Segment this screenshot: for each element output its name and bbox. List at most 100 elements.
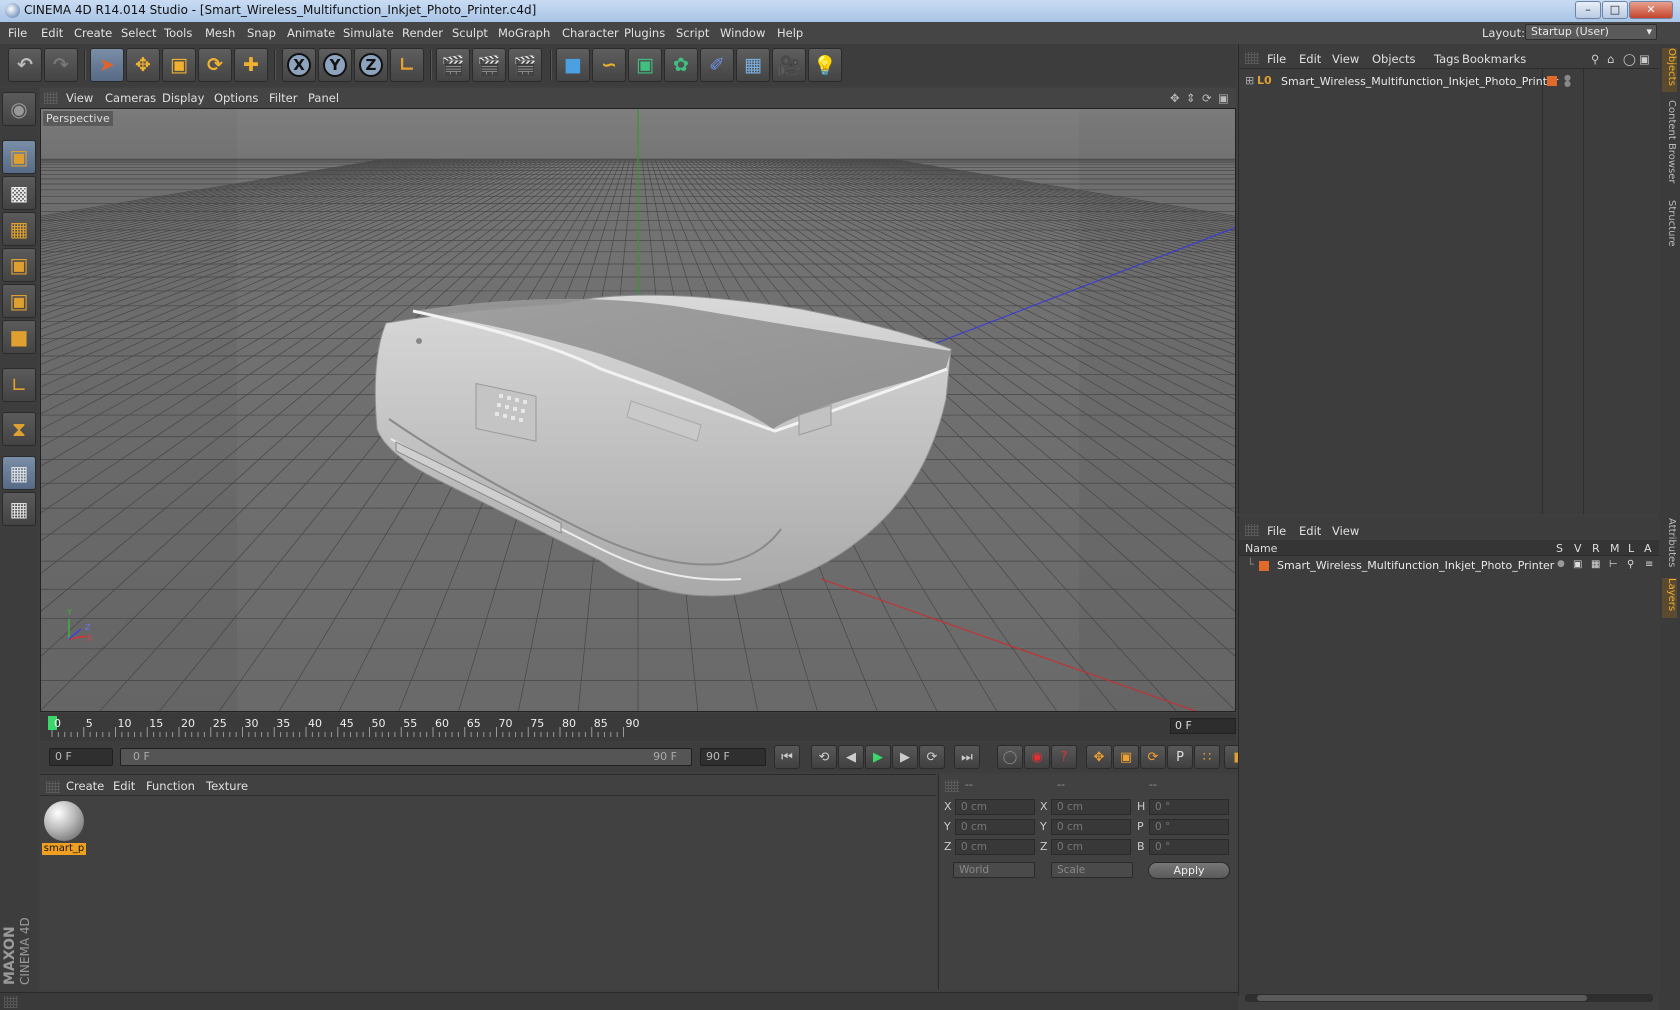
make-editable-button[interactable]: ◉ (2, 92, 36, 126)
pos-y-field[interactable]: 0 cm (955, 819, 1035, 835)
objects-menu-tags[interactable]: Tags (1434, 52, 1459, 66)
menu-simulate[interactable]: Simulate (343, 26, 394, 40)
tab-objects[interactable]: Objects (1662, 48, 1677, 92)
menu-animate[interactable]: Animate (287, 26, 335, 40)
rotate-tool-button[interactable]: ⟳ (198, 48, 232, 82)
layers-menu-file[interactable]: File (1267, 524, 1286, 538)
live-selection-button[interactable]: ➤ (90, 48, 124, 82)
key-rotation-button[interactable]: ⟳ (1140, 745, 1166, 769)
size-x-field[interactable]: 0 cm (1051, 799, 1131, 815)
size-z-field[interactable]: 0 cm (1051, 839, 1131, 855)
menu-character[interactable]: Character (562, 26, 619, 40)
scale-tool-button[interactable]: ▣ (162, 48, 196, 82)
minimize-button[interactable]: – (1575, 1, 1601, 19)
x-axis-lock-button[interactable]: X (282, 48, 316, 82)
keyframe-selection-button[interactable]: ? (1051, 745, 1077, 769)
coordinate-mode-dropdown[interactable]: World (953, 862, 1035, 878)
tab-attributes[interactable]: Attributes (1662, 518, 1677, 570)
start-frame-field[interactable]: 0 F (49, 748, 113, 766)
eye-icon[interactable]: ▣ (1573, 559, 1582, 570)
scrollbar-thumb[interactable] (1257, 995, 1587, 1001)
transform-tool-button[interactable]: ✚ (234, 48, 268, 82)
viewport-label[interactable]: Perspective (43, 111, 113, 126)
add-floor-button[interactable]: ▦ (736, 48, 770, 82)
layer-row[interactable]: └ Smart_Wireless_Multifunction_Inkjet_Ph… (1239, 558, 1659, 574)
move-view-icon[interactable]: ✥ (1170, 91, 1180, 105)
layer-color-swatch[interactable] (1259, 561, 1269, 571)
menu-render[interactable]: Render (402, 26, 443, 40)
layout-dropdown[interactable]: Startup (User) ▾ (1525, 24, 1657, 40)
maximize-button[interactable]: □ (1602, 1, 1628, 19)
menu-mesh[interactable]: Mesh (205, 26, 235, 40)
frame-range-slider[interactable]: 0 F 90 F (120, 748, 692, 766)
add-light-button[interactable]: 💡 (808, 48, 842, 82)
add-nurbs-button[interactable]: ▣ (628, 48, 662, 82)
rot-h-field[interactable]: 0 ° (1149, 799, 1229, 815)
render-settings-button[interactable]: 🎬 (508, 48, 542, 82)
object-row[interactable]: ⊞ L0 Smart_Wireless_Multifunction_Inkjet… (1245, 74, 1575, 90)
add-camera-button[interactable]: 🎥 (772, 48, 806, 82)
viewport-menu-options[interactable]: Options (214, 91, 258, 105)
objects-menu-edit[interactable]: Edit (1299, 52, 1321, 66)
animation-icon[interactable]: ≡ (1645, 559, 1653, 570)
menu-plugins[interactable]: Plugins (624, 26, 665, 40)
col-visible[interactable]: V (1574, 542, 1582, 555)
go-to-start-button[interactable]: ⏮ (774, 745, 800, 769)
home-icon[interactable]: ⌂ (1607, 52, 1614, 66)
redo-button[interactable]: ↷ (44, 48, 78, 82)
material-swatch[interactable]: smart_p (42, 799, 86, 855)
undo-button[interactable]: ↶ (8, 48, 42, 82)
go-to-end-button[interactable]: ⏭ (954, 745, 980, 769)
previous-key-button[interactable]: ⟲ (811, 745, 837, 769)
planar-workplane-button[interactable]: ▦ (2, 492, 36, 526)
move-tool-button[interactable]: ✥ (126, 48, 160, 82)
menu-snap[interactable]: Snap (247, 26, 276, 40)
polygons-mode-button[interactable]: ■ (2, 320, 36, 354)
menu-help[interactable]: Help (777, 26, 803, 40)
play-button[interactable]: ▶ (865, 745, 891, 769)
model-mode-button[interactable]: ▣ (2, 140, 36, 174)
material-menu-texture[interactable]: Texture (206, 779, 248, 793)
col-manager[interactable]: M (1610, 542, 1620, 555)
workplane-lock-button[interactable]: ▦ (2, 456, 36, 490)
add-array-button[interactable]: ✿ (664, 48, 698, 82)
material-menu-function[interactable]: Function (146, 779, 195, 793)
texture-mode-button[interactable]: ▩ (2, 176, 36, 210)
record-keys-button[interactable]: ◯ (997, 745, 1023, 769)
material-menu-edit[interactable]: Edit (113, 779, 135, 793)
lock-icon[interactable]: ⚲ (1627, 559, 1634, 570)
rotate-view-icon[interactable]: ⟳ (1202, 91, 1212, 105)
add-deformer-button[interactable]: ✐ (700, 48, 734, 82)
size-y-field[interactable]: 0 cm (1051, 819, 1131, 835)
col-locked[interactable]: L (1628, 542, 1634, 555)
perspective-viewport[interactable]: Perspective Y Z X (40, 108, 1236, 712)
pos-x-field[interactable]: 0 cm (955, 799, 1035, 815)
key-position-button[interactable]: ✥ (1086, 745, 1112, 769)
zoom-view-icon[interactable]: ⇕ (1186, 91, 1196, 105)
horizontal-scrollbar[interactable] (1245, 994, 1653, 1002)
close-button[interactable]: ✕ (1629, 1, 1673, 19)
axis-mode-button[interactable]: ∟ (2, 368, 36, 402)
rot-b-field[interactable]: 0 ° (1149, 839, 1229, 855)
key-parameter-button[interactable]: P (1167, 745, 1193, 769)
menu-mograph[interactable]: MoGraph (498, 26, 550, 40)
edges-mode-button[interactable]: ▣ (2, 284, 36, 318)
maximize-view-icon[interactable]: ▣ (1218, 91, 1229, 105)
menu-tools[interactable]: Tools (164, 26, 192, 40)
pos-z-field[interactable]: 0 cm (955, 839, 1035, 855)
timeline-ruler[interactable]: 0 5 10 15 20 25 30 35 40 45 50 55 60 65 70 75 80 85 90 (40, 713, 1236, 741)
snapping-button[interactable]: ⧗ (2, 412, 36, 446)
key-scale-button[interactable]: ▣ (1113, 745, 1139, 769)
menu-script[interactable]: Script (676, 26, 709, 40)
y-axis-lock-button[interactable]: Y (318, 48, 352, 82)
autokeying-button[interactable]: ◉ (1024, 745, 1050, 769)
render-clapboard-icon[interactable]: ▦ (1591, 559, 1600, 570)
filter-icon[interactable]: ◯ (1623, 52, 1636, 66)
rot-p-field[interactable]: 0 ° (1149, 819, 1229, 835)
add-spline-button[interactable]: ∽ (592, 48, 626, 82)
menu-select[interactable]: Select (121, 26, 156, 40)
viewport-menu-cameras[interactable]: Cameras (105, 91, 156, 105)
layers-menu-edit[interactable]: Edit (1299, 524, 1321, 538)
menu-file[interactable]: File (8, 26, 27, 40)
layer-color-swatch[interactable] (1547, 76, 1557, 86)
